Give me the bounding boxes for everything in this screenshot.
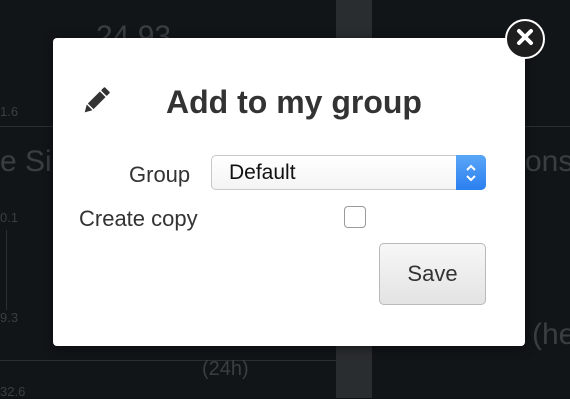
save-button[interactable]: Save [379, 243, 486, 305]
background-label: (he [532, 318, 570, 351]
background-label: ons [525, 145, 570, 178]
group-select[interactable]: Default [211, 155, 486, 190]
close-button[interactable] [505, 19, 545, 59]
group-select-value: Default [229, 161, 296, 184]
group-label: Group [129, 162, 191, 187]
background-label: e Si [0, 145, 52, 178]
create-copy-label: Create copy [79, 206, 198, 231]
background-tick: 9.3 [0, 310, 19, 325]
background-period: (24h) [202, 358, 249, 380]
add-to-group-dialog: Add to my group Group Default Create cop… [53, 38, 525, 346]
background-tick: 32.6 [0, 384, 26, 399]
updown-chevron-icon [456, 155, 486, 190]
pencil-icon [79, 84, 113, 118]
close-icon [516, 28, 534, 51]
background-tick: 0.1 [0, 210, 19, 225]
dialog-title: Add to my group [166, 84, 422, 120]
background-tick: 1.6 [0, 104, 19, 119]
create-copy-checkbox[interactable] [344, 206, 366, 228]
background-rule [0, 360, 336, 361]
background-rule [6, 230, 7, 310]
